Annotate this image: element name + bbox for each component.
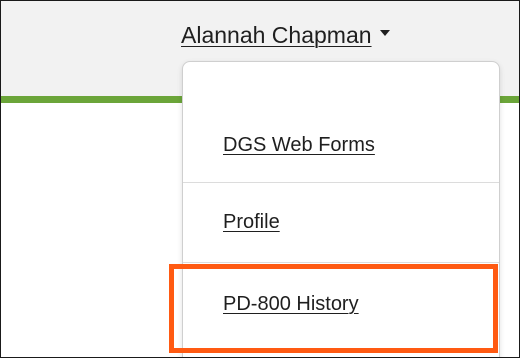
screenshot-frame: Alannah Chapman DGS Web Forms Profile PD… (0, 0, 520, 358)
user-name-link[interactable]: Alannah Chapman (181, 22, 372, 49)
user-menu-toggle[interactable]: Alannah Chapman (181, 19, 390, 51)
menu-item-label[interactable]: DGS Web Forms (223, 134, 375, 157)
menu-item-profile[interactable]: Profile (183, 182, 499, 262)
caret-down-icon[interactable] (379, 30, 390, 36)
menu-divider (183, 262, 499, 263)
menu-item-label[interactable]: Profile (223, 211, 280, 234)
menu-item-dgs-web-forms[interactable]: DGS Web Forms (183, 108, 499, 182)
user-dropdown-menu: DGS Web Forms Profile PD-800 History (182, 61, 500, 357)
menu-item-pd-800-history[interactable]: PD-800 History (183, 272, 499, 336)
menu-item-label[interactable]: PD-800 History (223, 293, 359, 316)
